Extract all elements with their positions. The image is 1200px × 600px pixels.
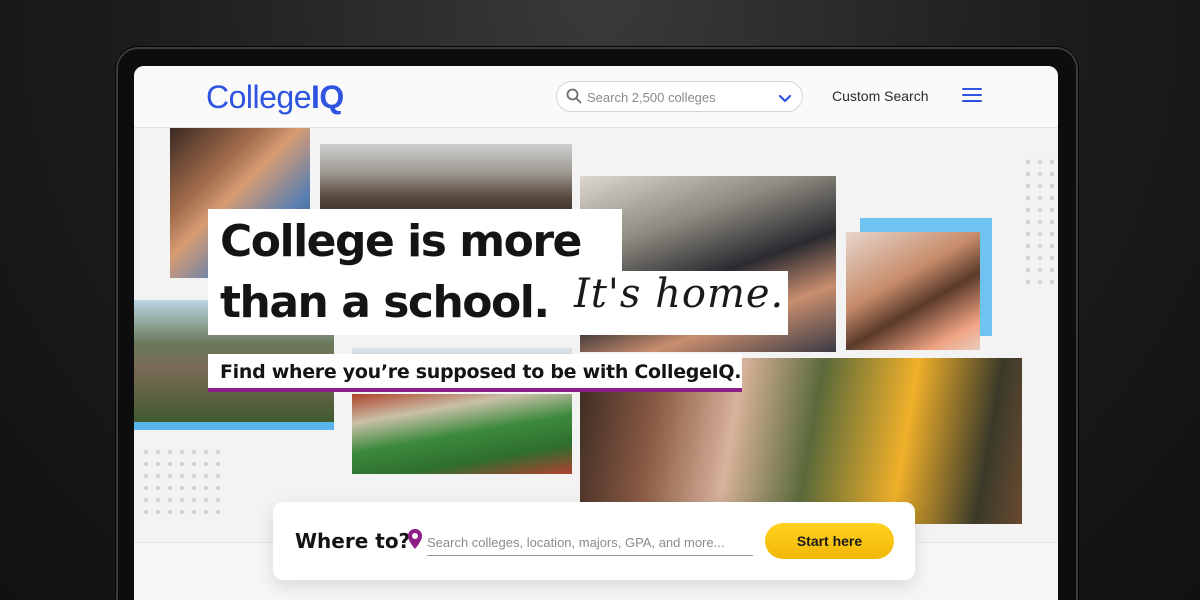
- college-search-dropdown[interactable]: Search 2,500 colleges: [556, 81, 803, 112]
- custom-search-link[interactable]: Custom Search: [832, 88, 928, 104]
- photo-stadium-game: [352, 394, 572, 474]
- search-input-placeholder: Search colleges, location, majors, GPA, …: [427, 535, 725, 550]
- decorative-dots: [140, 446, 224, 518]
- headline-line-2: than a school.: [220, 277, 550, 328]
- subheadline: Find where you’re supposed to be with Co…: [220, 361, 742, 383]
- search-placeholder: Search 2,500 colleges: [587, 90, 716, 105]
- collegeiq-logo[interactable]: CollegeIQ: [206, 79, 344, 116]
- start-here-button[interactable]: Start here: [765, 523, 894, 559]
- photo-student-sunglasses: [846, 232, 980, 350]
- browser-screen: CollegeIQ Search 2,500 colleges Custom S…: [134, 66, 1058, 600]
- decorative-dots: [1022, 156, 1058, 288]
- where-to-label: Where to?: [295, 529, 411, 553]
- college-search-input[interactable]: Search colleges, location, majors, GPA, …: [427, 532, 753, 556]
- chevron-down-icon[interactable]: [778, 91, 792, 109]
- menu-icon[interactable]: [962, 88, 982, 104]
- logo-text-bold: IQ: [311, 79, 344, 115]
- logo-text: College: [206, 79, 312, 115]
- photo-accent-bar: [134, 422, 334, 430]
- location-pin-icon: [407, 528, 423, 555]
- script-tagline: It's home.: [574, 271, 785, 317]
- photo-classroom-lecture: [320, 144, 572, 214]
- search-icon: [566, 88, 582, 109]
- where-to-search-card: Where to? Search colleges, location, maj…: [273, 502, 915, 580]
- top-navigation-bar: CollegeIQ Search 2,500 colleges Custom S…: [134, 66, 1058, 128]
- headline-line-1: College is more: [220, 216, 582, 267]
